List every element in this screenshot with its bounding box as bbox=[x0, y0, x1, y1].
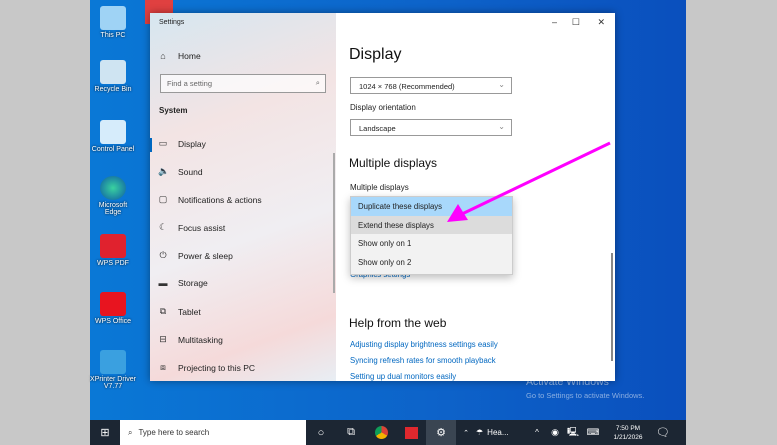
search-icon: ⌕ bbox=[128, 427, 133, 437]
keyboard-icon: ⌨ bbox=[586, 427, 600, 437]
app-button[interactable] bbox=[396, 420, 426, 445]
chevron-icon: ⌃ bbox=[463, 429, 469, 437]
weather-icon: ☂ bbox=[476, 428, 484, 437]
annotation-arrow bbox=[447, 141, 611, 222]
network-button[interactable]: 🖳 bbox=[564, 420, 582, 445]
chrome-button[interactable] bbox=[366, 420, 396, 445]
taskbar-search-box[interactable]: ⌕ Type here to search bbox=[120, 420, 306, 445]
weather-widget[interactable]: ☂ Hea... bbox=[476, 428, 528, 437]
keyboard-button[interactable]: ⌨ bbox=[582, 420, 604, 445]
circle-icon: ○ bbox=[317, 426, 325, 439]
task-view-icon: ⧉ bbox=[347, 426, 355, 438]
notifications-button[interactable]: 🗨 bbox=[652, 420, 674, 445]
chevron-up-icon: ^ bbox=[535, 428, 539, 437]
red-app-icon bbox=[404, 426, 418, 439]
network-icon: 🖳 bbox=[566, 426, 579, 437]
time: 7:50 PM bbox=[615, 424, 641, 432]
tray-icon-record[interactable]: ◉ bbox=[546, 420, 564, 445]
task-view-button[interactable]: ⧉ bbox=[336, 420, 366, 445]
windows-icon: ⊞ bbox=[100, 427, 110, 439]
tray-chevron[interactable]: ^ bbox=[528, 420, 546, 445]
record-icon: ◉ bbox=[551, 427, 559, 437]
chrome-icon bbox=[374, 426, 388, 439]
taskbar: ⊞ ⌕ Type here to search ○ ⧉ ⚙ ⌃ ☂ Hea... ^… bbox=[90, 420, 686, 445]
settings-taskbar-button[interactable]: ⚙ bbox=[426, 420, 456, 445]
start-button[interactable]: ⊞ bbox=[90, 420, 120, 445]
overflow-button[interactable]: ⌃ bbox=[456, 420, 476, 445]
weather-text: Hea... bbox=[487, 428, 509, 437]
notification-icon: 🗨 bbox=[656, 427, 670, 439]
clock[interactable]: 7:50 PM 1/21/2026 bbox=[604, 424, 652, 442]
gear-icon: ⚙ bbox=[436, 427, 446, 439]
cortana-button[interactable]: ○ bbox=[306, 420, 336, 445]
search-placeholder: Type here to search bbox=[138, 428, 210, 437]
date: 1/21/2026 bbox=[613, 433, 643, 441]
